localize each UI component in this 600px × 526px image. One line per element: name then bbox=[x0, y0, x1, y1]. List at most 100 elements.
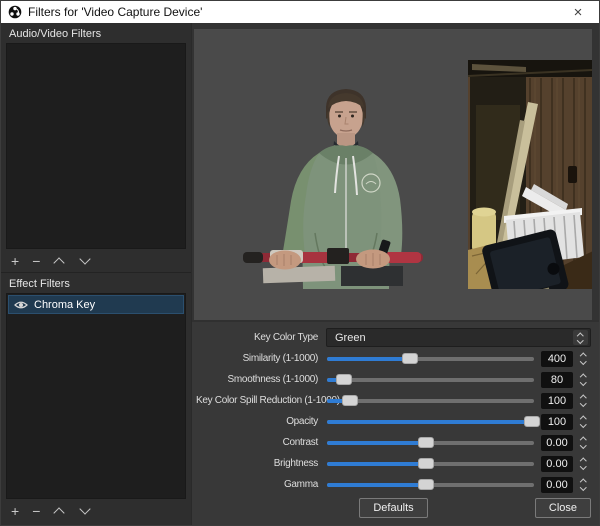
remove-effect-filter-button[interactable]: − bbox=[32, 504, 40, 518]
audio-video-filters-list[interactable] bbox=[6, 43, 186, 249]
opacity-spinner bbox=[575, 415, 591, 428]
similarity-1-1000-label: Similarity (1-1000) bbox=[196, 353, 326, 364]
slider-fill bbox=[327, 420, 532, 424]
move-audio-filter-up-button[interactable] bbox=[53, 256, 66, 265]
close-button[interactable]: Close bbox=[535, 498, 591, 518]
key-color-spill-reduction-1-1000-slider[interactable] bbox=[327, 393, 534, 408]
slider-track bbox=[327, 378, 534, 382]
spin-up-icon[interactable] bbox=[579, 478, 587, 483]
smoothness-1-1000-slider[interactable] bbox=[327, 372, 534, 387]
effect-filters-header: Effect Filters bbox=[6, 273, 186, 293]
setting-row-smoothness-1-1000: Smoothness (1-1000) 80 bbox=[196, 369, 591, 390]
smoothness-1-1000-slider-handle[interactable] bbox=[336, 374, 352, 385]
key-color-spill-reduction-1-1000-slider-handle[interactable] bbox=[342, 395, 358, 406]
brightness-label: Brightness bbox=[196, 458, 326, 469]
key-color-type-label: Key Color Type bbox=[196, 332, 326, 343]
spin-down-icon[interactable] bbox=[579, 465, 587, 470]
smoothness-1-1000-spinner bbox=[575, 373, 591, 386]
gamma-spinner bbox=[575, 478, 591, 491]
contrast-spinner bbox=[575, 436, 591, 449]
move-audio-filter-down-button[interactable] bbox=[79, 256, 92, 265]
chevron-down-icon bbox=[79, 256, 92, 265]
brightness-slider[interactable] bbox=[327, 456, 534, 471]
key-color-spill-reduction-1-1000-spinner bbox=[575, 394, 591, 407]
spin-down-icon[interactable] bbox=[579, 444, 587, 449]
spin-down-icon[interactable] bbox=[579, 360, 587, 365]
setting-row-gamma: Gamma 0.00 bbox=[196, 474, 591, 495]
similarity-1-1000-slider-handle[interactable] bbox=[402, 353, 418, 364]
spin-up-icon[interactable] bbox=[579, 352, 587, 357]
opacity-value[interactable]: 100 bbox=[541, 414, 573, 430]
smoothness-1-1000-value[interactable]: 80 bbox=[541, 372, 573, 388]
contrast-slider-handle[interactable] bbox=[418, 437, 434, 448]
setting-row-key-color-spill-reduction-1-1000: Key Color Spill Reduction (1-1000) 100 bbox=[196, 390, 591, 411]
effect-filters-list[interactable]: Chroma Key bbox=[6, 293, 186, 499]
contrast-label: Contrast bbox=[196, 437, 326, 448]
gamma-slider[interactable] bbox=[327, 477, 534, 492]
slider-track bbox=[327, 399, 534, 403]
key-color-spill-reduction-1-1000-value[interactable]: 100 bbox=[541, 393, 573, 409]
chevron-up-icon bbox=[53, 256, 66, 265]
spin-down-icon[interactable] bbox=[579, 381, 587, 386]
brightness-value[interactable]: 0.00 bbox=[541, 456, 573, 472]
contrast-slider[interactable] bbox=[327, 435, 534, 450]
audio-filters-toolbar: + − bbox=[6, 249, 186, 272]
similarity-1-1000-slider[interactable] bbox=[327, 351, 534, 366]
visibility-eye-icon[interactable] bbox=[14, 300, 28, 310]
key-color-spill-reduction-1-1000-label: Key Color Spill Reduction (1-1000) bbox=[196, 395, 326, 406]
slider-fill bbox=[327, 441, 426, 445]
spin-up-icon[interactable] bbox=[579, 415, 587, 420]
opacity-label: Opacity bbox=[196, 416, 326, 427]
keyed-person-video bbox=[243, 83, 426, 289]
slider-rows: Similarity (1-1000) 400 Smoothness (1-1000… bbox=[196, 348, 591, 495]
move-effect-filter-down-button[interactable] bbox=[79, 506, 92, 515]
dialog-buttons: Defaults Close bbox=[196, 497, 591, 519]
chevron-down-icon bbox=[79, 506, 92, 515]
dialog-content: Audio/Video Filters + − Effect Filters bbox=[1, 23, 599, 525]
opacity-slider-handle[interactable] bbox=[524, 416, 540, 427]
combo-spinner[interactable] bbox=[573, 330, 588, 345]
setting-row-brightness: Brightness 0.00 bbox=[196, 453, 591, 474]
similarity-1-1000-value[interactable]: 400 bbox=[541, 351, 573, 367]
gamma-slider-handle[interactable] bbox=[418, 479, 434, 490]
spin-up-icon[interactable] bbox=[579, 457, 587, 462]
setting-row-key-color-type: Key Color Type Green bbox=[196, 327, 591, 348]
remove-audio-filter-button[interactable]: − bbox=[32, 254, 40, 268]
slider-track bbox=[327, 357, 534, 361]
effect-filter-item-chroma-key[interactable]: Chroma Key bbox=[8, 295, 184, 314]
move-effect-filter-up-button[interactable] bbox=[53, 506, 66, 515]
defaults-button[interactable]: Defaults bbox=[359, 498, 427, 518]
spin-down-icon[interactable] bbox=[579, 423, 587, 428]
spin-down-icon[interactable] bbox=[579, 402, 587, 407]
window-title: Filters for 'Video Capture Device' bbox=[28, 5, 202, 19]
spin-up-icon[interactable] bbox=[579, 436, 587, 441]
spin-up-icon[interactable] bbox=[579, 373, 587, 378]
audio-video-filters-header: Audio/Video Filters bbox=[6, 23, 186, 43]
key-color-type-value: Green bbox=[327, 332, 573, 344]
effect-filters-toolbar: + − bbox=[6, 499, 186, 522]
effect-filter-name: Chroma Key bbox=[34, 299, 95, 311]
spin-down-icon[interactable] bbox=[579, 486, 587, 491]
titlebar: Filters for 'Video Capture Device' × bbox=[1, 1, 599, 23]
chevron-up-icon bbox=[577, 332, 585, 337]
add-audio-filter-button[interactable]: + bbox=[11, 254, 19, 268]
setting-row-opacity: Opacity 100 bbox=[196, 411, 591, 432]
contrast-value[interactable]: 0.00 bbox=[541, 435, 573, 451]
opacity-slider[interactable] bbox=[327, 414, 534, 429]
spin-up-icon[interactable] bbox=[579, 394, 587, 399]
slider-track bbox=[327, 420, 534, 424]
video-preview bbox=[194, 29, 592, 320]
add-effect-filter-button[interactable]: + bbox=[11, 504, 19, 518]
key-color-type-select[interactable]: Green bbox=[326, 328, 591, 347]
brightness-spinner bbox=[575, 457, 591, 470]
gamma-label: Gamma bbox=[196, 479, 326, 490]
slider-fill bbox=[327, 483, 426, 487]
spacer: Close bbox=[428, 498, 591, 518]
smoothness-1-1000-label: Smoothness (1-1000) bbox=[196, 374, 326, 385]
brightness-slider-handle[interactable] bbox=[418, 458, 434, 469]
filters-sidebar: Audio/Video Filters + − Effect Filters bbox=[1, 23, 192, 525]
obs-logo-icon bbox=[8, 5, 22, 19]
filters-dialog: Filters for 'Video Capture Device' × Aud… bbox=[0, 0, 600, 526]
close-window-button[interactable]: × bbox=[557, 1, 599, 23]
gamma-value[interactable]: 0.00 bbox=[541, 477, 573, 493]
